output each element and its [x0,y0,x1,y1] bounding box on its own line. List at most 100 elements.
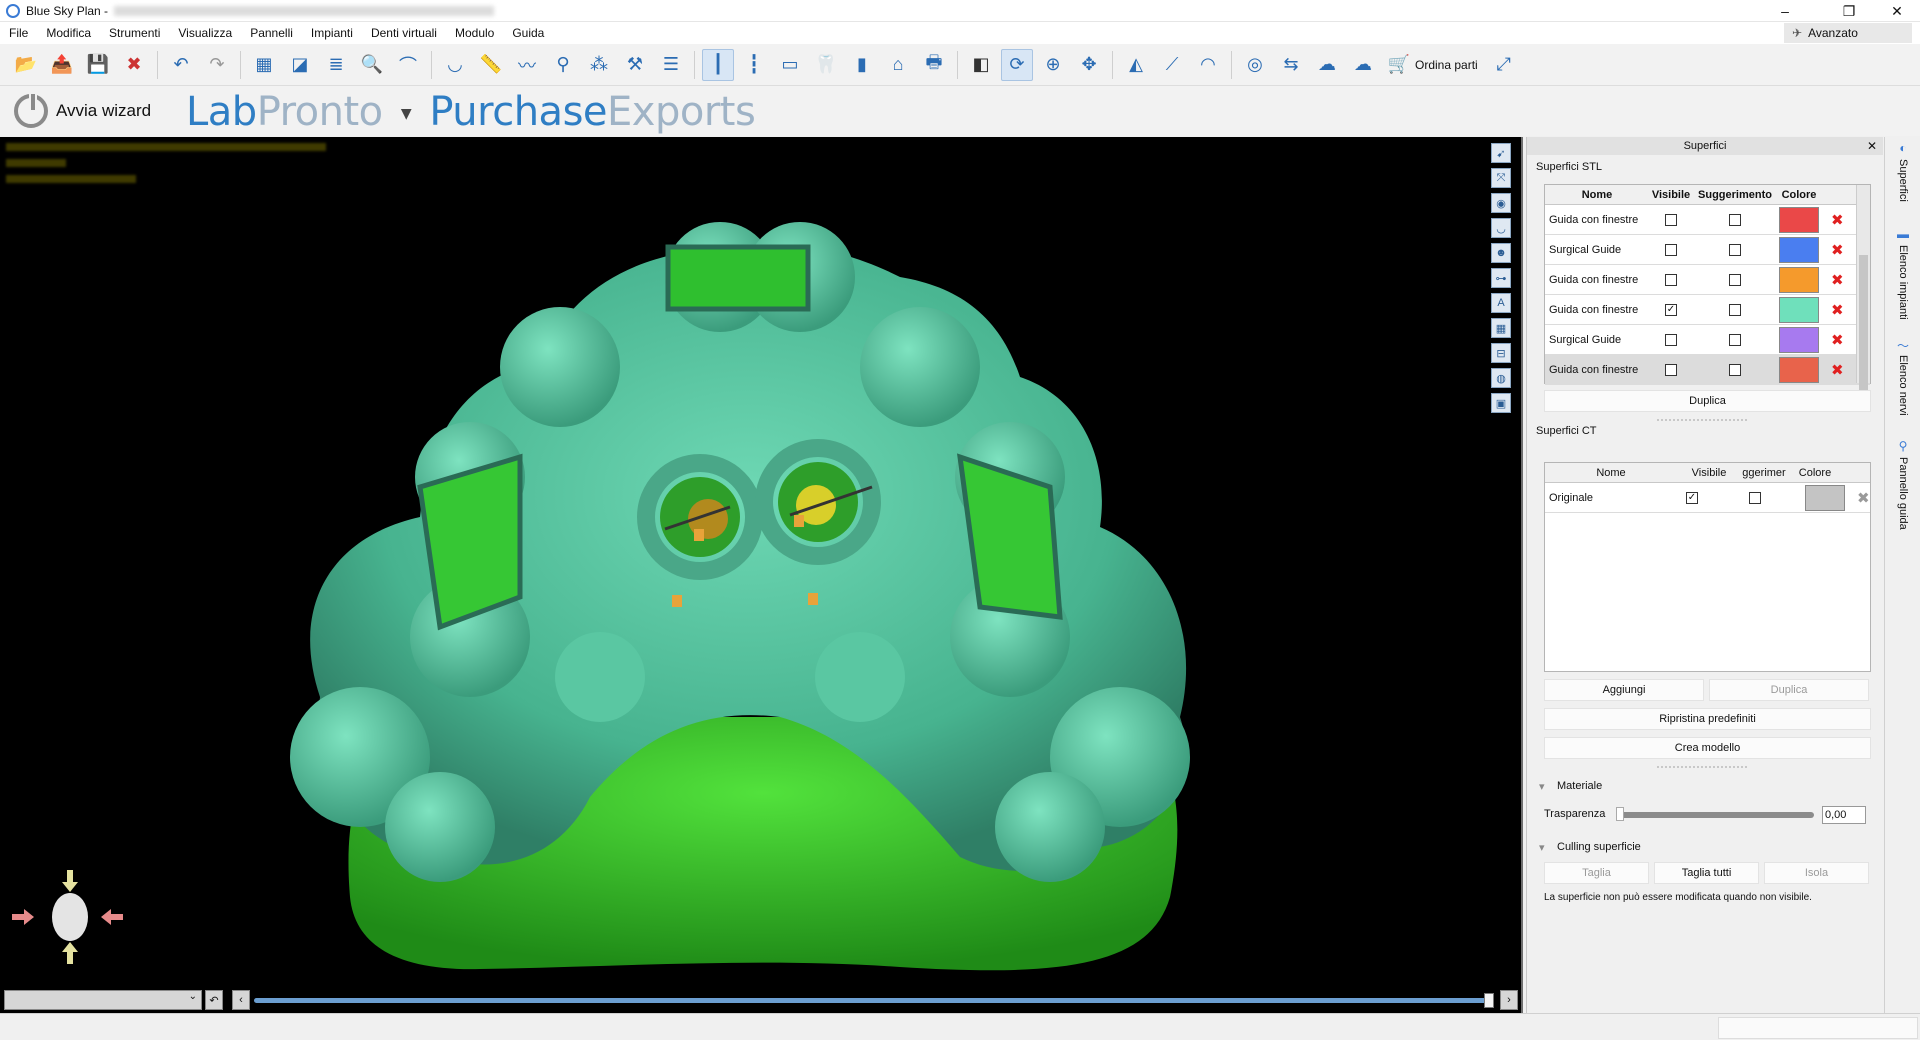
nerve-icon[interactable]: 〰 [511,49,543,81]
close-case-icon[interactable]: ✖ [118,49,150,81]
start-wizard-button[interactable]: Avvia wizard [56,101,151,121]
view-pointer-icon[interactable]: ➹ [1491,143,1511,163]
menu-file[interactable]: File [0,22,37,44]
visible-checkbox[interactable] [1665,243,1677,256]
expand-icon[interactable]: ⤢ [1488,49,1520,81]
delete-icon[interactable]: ✖ [1831,241,1844,259]
curve-icon[interactable]: ⌒ [392,49,424,81]
table-row[interactable]: Surgical Guide ✖ [1545,235,1870,265]
menu-strumenti[interactable]: Strumenti [100,22,169,44]
maximize-button[interactable]: ❐ [1826,0,1872,22]
transparency-slider[interactable] [1618,812,1814,818]
view-arch-icon[interactable]: ◡ [1491,218,1511,238]
model-icon[interactable]: ⌂ [882,49,914,81]
table-row[interactable]: Surgical Guide ✖ [1545,325,1870,355]
mode-selector[interactable]: ✈ Avanzato [1784,23,1912,43]
compare-icon[interactable]: ⇆ [1275,49,1307,81]
pan-icon[interactable]: ✥ [1073,49,1105,81]
view-side-icon[interactable]: ⊶ [1491,268,1511,288]
color-swatch[interactable] [1779,326,1819,353]
visible-checkbox[interactable] [1665,333,1677,346]
brand-dropdown-icon[interactable]: ▼ [401,106,412,122]
protractor-icon[interactable]: ◠ [1192,49,1224,81]
delete-icon[interactable]: ✖ [1831,301,1844,319]
timeline-thumb[interactable] [1484,993,1494,1008]
view-screen-icon[interactable]: ▣ [1491,393,1511,413]
timeline-slider[interactable] [254,998,1494,1003]
transparency-slider-thumb[interactable] [1616,807,1624,821]
tab-superfici[interactable]: ◐ Superfici [1889,141,1917,202]
view-crosshair-icon[interactable]: ⤧ [1491,168,1511,188]
report-icon[interactable]: ☰ [655,49,687,81]
table-row[interactable]: Guida con finestre ✖ [1545,205,1870,235]
suggest-checkbox[interactable] [1729,213,1741,226]
delete-icon[interactable]: ✖ [1831,211,1844,229]
tab-elenco-nervi[interactable]: 〜 Elenco nervi [1889,337,1917,416]
transparency-spinbox[interactable]: 0,00 [1822,806,1866,824]
add-button[interactable]: Aggiungi [1544,679,1704,701]
magnify-icon[interactable]: 🔍 [356,49,388,81]
save-icon[interactable]: 💾 [82,49,114,81]
3d-viewport[interactable]: ➹ ⤧ ◉ ◡ ☻ ⊶ A ▦ ⊟ ◍ ▣ ⌄ ↶ ‹ › [0,137,1523,1013]
timeline-selector[interactable]: ⌄ [4,990,202,1010]
menu-modulo[interactable]: Modulo [446,22,503,44]
culling-section-title[interactable]: Culling superficie [1539,841,1641,854]
guide-icon[interactable]: ▭ [774,49,806,81]
timeline-prev-icon[interactable]: ‹ [232,990,250,1010]
tab-pannello-guida[interactable]: ⚲ Pannello guida [1889,439,1917,530]
suggest-checkbox[interactable] [1729,363,1741,376]
histogram-icon[interactable]: ◭ [1120,49,1152,81]
suggest-checkbox[interactable] [1749,491,1761,504]
upload-cloud-icon[interactable]: ☁ [1311,49,1343,81]
visible-checkbox[interactable]: ✓ [1665,303,1677,316]
drill-icon[interactable]: ⚒ [619,49,651,81]
view-eye-icon[interactable]: ◍ [1491,368,1511,388]
close-window-button[interactable]: ✕ [1874,0,1920,22]
view-top-icon[interactable]: ◉ [1491,193,1511,213]
timeline-next-icon[interactable]: › [1500,990,1518,1010]
visible-checkbox[interactable]: ✓ [1686,491,1698,504]
implant-icon[interactable]: ┃ [702,48,734,81]
panoramic-icon[interactable]: ◪ [284,49,316,81]
view-grid-icon[interactable]: ▦ [1491,318,1511,338]
tooth-icon[interactable]: 🦷 [810,49,842,81]
open-icon[interactable]: 📂 [10,49,42,81]
view-annotation-icon[interactable]: A [1491,293,1511,313]
undo-icon[interactable]: ↶ [165,49,197,81]
menu-impianti[interactable]: Impianti [302,22,362,44]
material-section-title[interactable]: Materiale [1539,780,1602,793]
settings-sliders-icon[interactable]: ≣ [320,49,352,81]
suggest-checkbox[interactable] [1729,333,1741,346]
redo-icon[interactable]: ↷ [201,49,233,81]
swirl-icon[interactable]: ◎ [1239,49,1271,81]
cut-all-button[interactable]: Taglia tutti [1654,862,1759,884]
arch-icon[interactable]: ◡ [439,49,471,81]
menu-modifica[interactable]: Modifica [37,22,100,44]
color-swatch[interactable] [1779,266,1819,293]
suggest-checkbox[interactable] [1729,303,1741,316]
table-row[interactable]: Guida con finestre ✖ [1545,265,1870,295]
contrast-icon[interactable]: ◧ [965,49,997,81]
visible-checkbox[interactable] [1665,363,1677,376]
color-swatch[interactable] [1779,236,1819,263]
menu-visualizza[interactable]: Visualizza [169,22,241,44]
view-face-icon[interactable]: ☻ [1491,243,1511,263]
menu-pannelli[interactable]: Pannelli [241,22,302,44]
visible-checkbox[interactable] [1665,213,1677,226]
panel-close-icon[interactable]: ✕ [1867,137,1877,155]
view-layout-icon[interactable]: ⊟ [1491,343,1511,363]
table-row[interactable]: Originale ✓ ✖ [1545,483,1870,513]
stl-duplicate-button[interactable]: Duplica [1544,390,1871,412]
delete-icon[interactable]: ✖ [1831,331,1844,349]
suggest-checkbox[interactable] [1729,273,1741,286]
points-icon[interactable]: ⁂ [583,49,615,81]
ruler-icon[interactable]: ⟋ [1156,49,1188,81]
restore-defaults-button[interactable]: Ripristina predefiniti [1544,708,1871,730]
color-swatch[interactable] [1779,356,1819,383]
table-row[interactable]: Guida con finestre ✖ [1545,355,1870,385]
stl-table-scrollbar[interactable] [1856,185,1870,395]
abutment-icon[interactable]: ┇ [738,49,770,81]
power-icon[interactable] [14,92,48,128]
table-row[interactable]: Guida con finestre ✓ ✖ [1545,295,1870,325]
delete-icon[interactable]: ✖ [1831,271,1844,289]
